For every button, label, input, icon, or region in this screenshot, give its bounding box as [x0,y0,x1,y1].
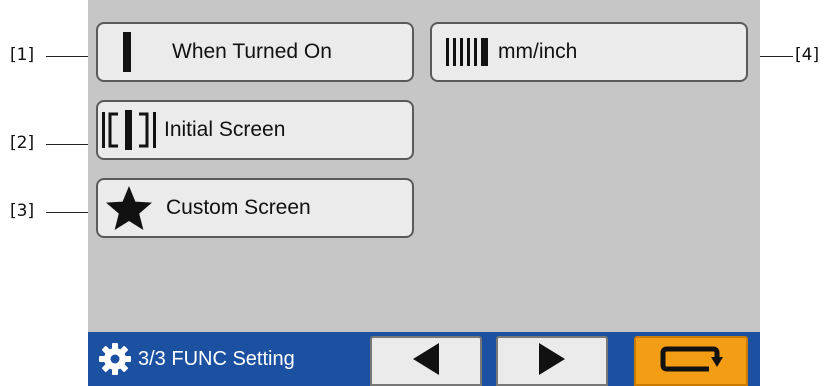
status-bar: 3/3 FUNC Setting [88,332,760,386]
initial-screen-button[interactable]: Initial Screen [96,100,414,160]
mm-inch-label: mm/inch [498,40,578,63]
gear-icon [98,342,132,376]
initial-screen-label: Initial Screen [164,118,286,141]
custom-screen-button[interactable]: Custom Screen [96,178,414,238]
callout-4: [4] [795,45,820,65]
when-turned-on-button[interactable]: When Turned On [96,22,414,82]
star-icon [98,185,160,231]
next-page-button[interactable] [496,336,608,386]
triangle-left-icon [411,342,441,381]
when-turned-on-label: When Turned On [172,40,332,63]
function-screen: When Turned On Initial Screen Custom Scr… [88,0,760,386]
callout-3: [3] [10,201,35,221]
single-bar-icon [98,32,156,72]
return-button[interactable] [634,336,748,386]
bracket-bar-icon [98,110,160,150]
mm-inch-button[interactable]: mm/inch [430,22,748,82]
return-arrow-icon [659,343,723,380]
ruler-lines-icon [438,38,498,66]
callout-2: [2] [10,133,35,153]
custom-screen-label: Custom Screen [166,196,311,219]
prev-page-button[interactable] [370,336,482,386]
screen-title: 3/3 FUNC Setting [98,332,295,386]
callout-1: [1] [10,45,35,65]
triangle-right-icon [537,342,567,381]
screen-title-label: 3/3 FUNC Setting [138,347,295,370]
